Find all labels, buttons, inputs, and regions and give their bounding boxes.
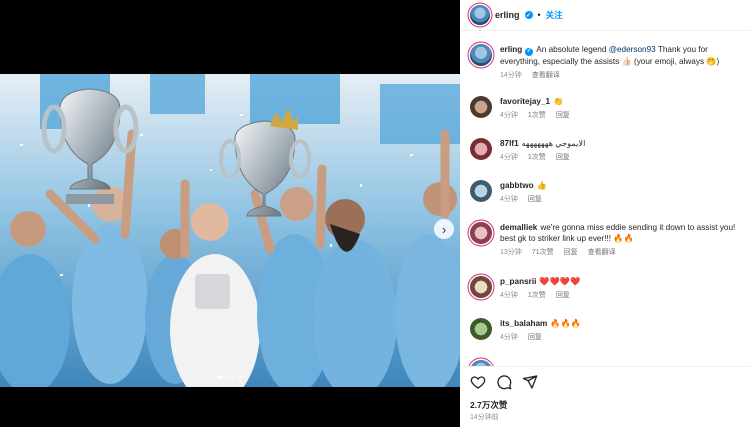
comment-likes[interactable]: 1次赞 <box>528 290 546 301</box>
post-actions <box>460 366 750 397</box>
comment-username[interactable]: gabbtwo <box>500 181 534 190</box>
header-separator: • <box>537 10 541 20</box>
commenter-avatar[interactable] <box>470 276 492 298</box>
caption-avatar[interactable] <box>470 44 492 66</box>
caption-time: 14分钟 <box>500 71 522 79</box>
carousel-dot <box>231 375 236 379</box>
comment-likes[interactable]: 1次赞 <box>528 110 546 121</box>
verified-badge-icon: ✓ <box>524 11 533 19</box>
celebration-photo <box>0 74 460 387</box>
comment-item: p_pansrii ❤️❤️❤️❤️ 4分钟 1次赞 回复 <box>470 276 744 301</box>
comment-text: الايموجي هههههههه <box>521 139 586 148</box>
comment-likes[interactable]: 1次赞 <box>528 152 546 163</box>
share-icon[interactable] <box>522 374 538 390</box>
chevron-right-icon: › <box>441 221 447 237</box>
post-photo[interactable]: › <box>0 74 460 387</box>
caption-text-start: An absolute legend <box>536 45 609 54</box>
heart-icon[interactable] <box>470 374 486 390</box>
comment-icon[interactable] <box>496 374 512 390</box>
comment-time: 4分钟 <box>500 292 518 299</box>
caption-mention[interactable]: @ederson93 <box>609 45 656 54</box>
author-username[interactable]: erling <box>495 10 520 20</box>
reply-button[interactable]: 回复 <box>528 194 542 205</box>
comment-item: its_balaham 🔥🔥🔥 4分钟 回复 <box>470 318 744 343</box>
reply-button[interactable]: 回复 <box>556 110 570 121</box>
reply-button[interactable]: 回复 <box>528 332 542 343</box>
comment-username[interactable]: favoritejay_1 <box>500 97 550 106</box>
comment-time: 4分钟 <box>500 154 518 161</box>
comment-time: 13分钟 <box>500 249 522 256</box>
carousel-dot <box>224 375 229 379</box>
comment-text: 👍 <box>536 181 547 190</box>
commenter-avatar[interactable] <box>470 180 492 202</box>
caption: erling ✓ An absolute legend @ederson93 Tha… <box>470 44 744 81</box>
comment-username[interactable]: p_pansrii <box>500 277 536 286</box>
comment-likes[interactable]: 71次赞 <box>532 247 554 258</box>
comment-item: favoritejay_1 👏 4分钟 1次赞 回复 <box>470 96 744 121</box>
comment-time: 4分钟 <box>500 196 518 203</box>
caption-username[interactable]: erling <box>500 45 522 54</box>
reply-button[interactable]: 回复 <box>564 247 578 258</box>
verified-badge-icon: ✓ <box>525 47 534 56</box>
comment-text: 🔥🔥🔥 <box>550 319 581 328</box>
follow-button[interactable]: 关注 <box>546 9 563 21</box>
commenter-avatar[interactable] <box>470 138 492 160</box>
reply-button[interactable]: 回复 <box>556 290 570 301</box>
commenter-avatar[interactable] <box>470 222 492 244</box>
next-photo-button[interactable]: › <box>434 219 454 239</box>
carousel-dot <box>238 375 243 379</box>
comment-time: 4分钟 <box>500 112 518 119</box>
translate-link[interactable]: 查看翻译 <box>532 70 560 81</box>
likes-count[interactable]: 2.7万次赞 <box>470 399 507 411</box>
post-time: 14分钟前 <box>470 414 499 421</box>
comment-item: demalliek we're gonna miss eddie sending … <box>470 222 744 258</box>
comment-username[interactable]: demalliek <box>500 223 537 232</box>
comment-item: 87lf1 الايموجي هههههههه 4分钟 1次赞 回复 <box>470 138 744 163</box>
comment-text: 👏 <box>553 97 564 106</box>
commenter-avatar[interactable] <box>470 96 492 118</box>
comments-list[interactable]: erling ✓ An absolute legend @ederson93 Tha… <box>460 38 750 366</box>
author-avatar[interactable] <box>470 5 490 25</box>
comment-username[interactable]: its_balaham <box>500 319 547 328</box>
carousel-indicator <box>217 375 243 379</box>
carousel-dot <box>217 375 222 379</box>
comment-text: ❤️❤️❤️❤️ <box>539 277 581 286</box>
translate-link[interactable]: 查看翻译 <box>588 247 616 258</box>
post-panel: erling ✓ • 关注 erling ✓ An absolute legend … <box>460 0 750 427</box>
comment-time: 4分钟 <box>500 334 518 341</box>
post-header: erling ✓ • 关注 <box>460 0 750 31</box>
commenter-avatar[interactable] <box>470 318 492 340</box>
comment-item: gabbtwo 👍 4分钟 回复 <box>470 180 744 205</box>
reply-button[interactable]: 回复 <box>556 152 570 163</box>
comment-username[interactable]: 87lf1 <box>500 139 519 148</box>
